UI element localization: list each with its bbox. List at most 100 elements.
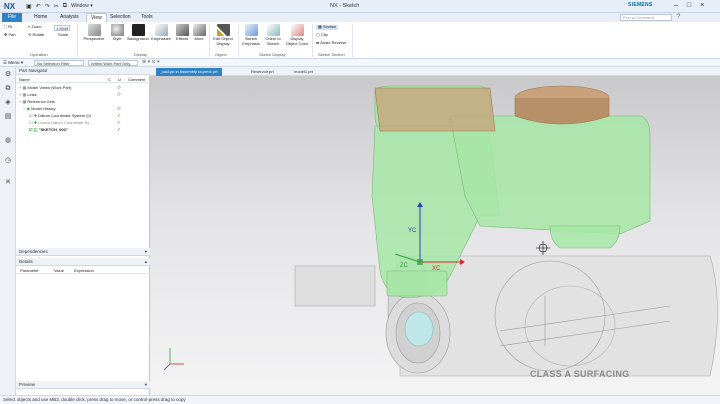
graphics-window[interactable]: XC YC ZC (150, 76, 720, 396)
triad-z-label: ZC (400, 263, 409, 269)
tab-view[interactable]: View (86, 13, 107, 22)
maximize-icon[interactable]: □ (687, 2, 691, 9)
constraint-navigator-icon[interactable]: ⧉ (4, 85, 12, 93)
group-divider (77, 24, 78, 57)
preview-label: Preview (19, 382, 36, 387)
siemens-brand: SIEMENS (628, 2, 653, 8)
minimize-icon[interactable]: – (674, 2, 678, 9)
copy-icon[interactable]: ⧉ (63, 3, 67, 10)
tree-row-label: "SKETCH_000" (38, 127, 68, 132)
nx-window: NX ▣ ↶ ↷ ✂ ⧉ Window ▾ NX - Sketch SIEMEN… (0, 0, 720, 404)
history-icon[interactable]: ◷ (4, 157, 12, 165)
reuse-library-icon[interactable]: ▤ (4, 113, 12, 121)
scale-label: Scale (58, 32, 69, 37)
part-navigator-icon[interactable]: ◈ (4, 99, 12, 107)
style-button[interactable]: Style (108, 24, 126, 42)
close-icon[interactable]: × (700, 2, 704, 9)
scale-input[interactable]: 1.5949 (54, 25, 70, 31)
menu-button[interactable]: ☰ Menu ▾ (3, 60, 23, 66)
tab-selection[interactable]: Selection (106, 13, 135, 22)
undo-icon[interactable]: ↶ (36, 3, 41, 10)
more-label: More (194, 36, 204, 41)
doc-tab-assembly[interactable]: _cad.prt in Assembly ra.prm1.prt (156, 68, 222, 76)
pan-button[interactable]: ✥ Pan (4, 32, 16, 38)
tree-row[interactable]: + ▦ Links (19, 92, 37, 98)
selection-scope-dropdown[interactable]: Within Work Part Only (88, 60, 138, 66)
group-divider (209, 24, 210, 57)
group-label-display: Display (134, 52, 148, 57)
cut-icon[interactable]: ✂ (54, 3, 59, 10)
edit-object-display-button[interactable]: Edit Object Display (211, 24, 235, 46)
window-menu[interactable]: Window ▾ (71, 3, 93, 10)
status-icon: ⟳ (117, 106, 122, 112)
tab-file[interactable]: File (2, 13, 22, 22)
details-column-value[interactable]: Value (54, 267, 64, 274)
clip-button[interactable]: ▢ Clip (316, 32, 328, 38)
doc-tab-reservoir[interactable]: Reservoir.prt (247, 68, 278, 76)
column-c[interactable]: C (108, 76, 111, 83)
brush-icon (216, 24, 230, 36)
orient-to-sketch-button[interactable]: Orient to Sketch (263, 24, 283, 46)
background-button[interactable]: Background (126, 24, 150, 42)
background-icon (131, 24, 145, 36)
save-icon[interactable]: ▣ (26, 3, 32, 10)
details-column-parameter[interactable]: Parameter (20, 267, 39, 274)
fit-button[interactable]: ⛶ Fit (4, 24, 12, 30)
group-divider (312, 24, 313, 57)
doc-tab-model1[interactable]: model1.prt (290, 68, 317, 76)
assembly-navigator-icon[interactable]: ⚙ (4, 71, 12, 79)
column-comment[interactable]: Comment (128, 76, 145, 83)
navigator-column-header: Name C U Comment (16, 76, 150, 83)
tree-row-label: Links (27, 92, 37, 97)
tab-analysis[interactable]: Analysis (56, 13, 83, 22)
tree-row[interactable]: + ▦ Model Views (Work Part) (19, 85, 71, 91)
emphasize-button[interactable]: Emphasize (151, 24, 171, 42)
column-u[interactable]: U (118, 76, 121, 83)
emphasize-label: Emphasize (151, 36, 171, 41)
details-panel-header[interactable]: Details ▴ (16, 258, 150, 266)
fit-icon: ⛶ (4, 24, 7, 29)
redo-icon[interactable]: ↷ (45, 3, 50, 10)
process-studio-icon[interactable]: ✕ (4, 179, 12, 187)
dependencies-label: Dependencies (19, 249, 48, 254)
snap-icons[interactable]: ⊕ ▾ ⊙ ▾ (142, 59, 160, 65)
column-name[interactable]: Name (19, 76, 30, 83)
preview-panel-header[interactable]: Preview ▾ (16, 381, 150, 389)
dependencies-panel-header[interactable]: Dependencies ▾ (16, 248, 150, 256)
status-icon: ⟳ (117, 85, 122, 91)
tree-row[interactable]: + ▦ Reference Sets (19, 99, 55, 105)
effects-button[interactable]: Effects (173, 24, 191, 42)
find-command-input[interactable]: Find a Command (620, 14, 672, 21)
group-label-object: Object (215, 52, 227, 57)
section-icon: ▦ (318, 24, 322, 29)
selection-filter-dropdown[interactable]: No Selection Filter (34, 60, 84, 66)
help-icon[interactable]: ? (677, 14, 680, 20)
background-label: Background (127, 36, 149, 41)
emphasize-icon (154, 24, 168, 36)
perspective-icon (87, 24, 101, 36)
web-browser-icon[interactable]: ◍ (4, 137, 12, 145)
tree-row[interactable]: − ◉ Model History (23, 106, 56, 112)
section-toggle[interactable]: ▦ Section (316, 24, 339, 30)
status-bar: Select objects and use MB3, double click… (0, 395, 720, 404)
more-button[interactable]: More (192, 24, 206, 42)
rotate-button[interactable]: ⟲ Rotate (28, 32, 44, 38)
tree-row[interactable]: ☐ ✚ Linked Datum Coordinate Sy... (29, 120, 92, 126)
tree-row[interactable]: ☑ ◫ "SKETCH_000" (29, 127, 68, 133)
tab-home[interactable]: Home (30, 13, 51, 22)
group-divider (238, 24, 239, 57)
group-label-operation: Operation (30, 52, 48, 57)
sketch-emphasis-button[interactable]: Sketch Emphasis (240, 24, 262, 46)
perspective-button[interactable]: Perspective (82, 24, 106, 42)
tree-row[interactable]: ☑ ✚ Datum Coordinate System (0) (29, 113, 91, 119)
zoom-button[interactable]: ⌕ Zoom (28, 24, 42, 30)
audio-reverse-button[interactable]: ⇄ Audio Reverse (316, 40, 347, 46)
check-icon: ✓ (117, 113, 122, 119)
triad-y-label: YC (408, 228, 417, 234)
tree-row-label: Reference Sets (27, 99, 55, 104)
check-icon: ✓ (117, 127, 122, 133)
display-object-color-button[interactable]: Display Object Color (285, 24, 309, 46)
title-bar: NX ▣ ↶ ↷ ✂ ⧉ Window ▾ NX - Sketch SIEMEN… (0, 0, 720, 13)
details-column-expression[interactable]: Expression (74, 267, 94, 274)
tab-tools[interactable]: Tools (137, 13, 157, 22)
